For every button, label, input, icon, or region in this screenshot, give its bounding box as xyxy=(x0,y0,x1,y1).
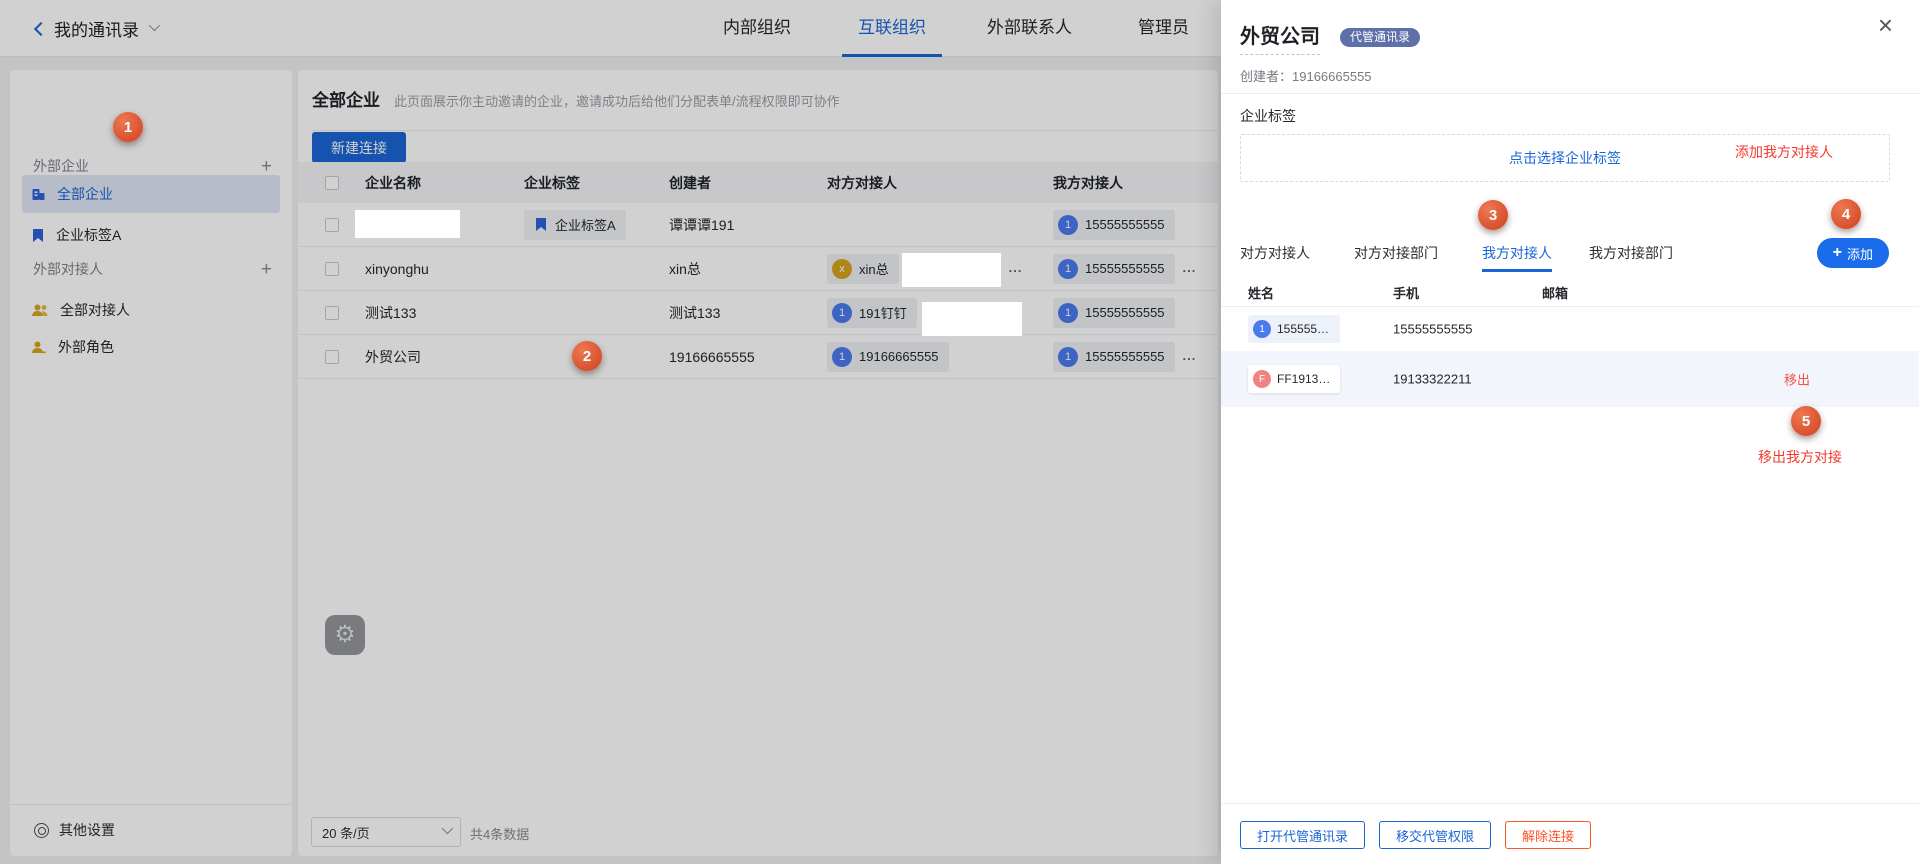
contact-name-chip[interactable]: F FF1913332... xyxy=(1248,365,1340,393)
avatar: 1 xyxy=(1253,320,1271,338)
step-badge-5: 5 xyxy=(1791,406,1821,436)
step-badge-1: 1 xyxy=(113,112,143,142)
col-email: 邮箱 xyxy=(1542,283,1568,302)
contact-row: F FF1913332... 19133322211 移出 xyxy=(1221,351,1919,407)
contact-phone: 19133322211 xyxy=(1393,372,1472,387)
redaction-box xyxy=(902,253,1001,287)
contact-phone: 15555555555 xyxy=(1393,322,1473,337)
disconnect-button[interactable]: 解除连接 xyxy=(1505,821,1591,849)
managed-directory-badge: 代管通讯录 xyxy=(1340,28,1420,47)
drawer-creator: 创建者：19166665555 xyxy=(1240,66,1372,85)
divider xyxy=(1221,93,1919,94)
redaction-box xyxy=(922,302,1022,336)
plus-icon: + xyxy=(1833,244,1842,262)
contacts-header: 姓名 手机 邮箱 xyxy=(1221,280,1919,307)
drawer-title: 外贸公司 xyxy=(1240,20,1320,55)
select-tag-link[interactable]: 点击选择企业标签 xyxy=(1509,148,1621,168)
open-managed-directory-button[interactable]: 打开代管通讯录 xyxy=(1240,821,1365,849)
close-icon[interactable]: × xyxy=(1878,12,1893,38)
drawer-tab-1[interactable]: 对方对接人 xyxy=(1240,238,1310,268)
divider xyxy=(1221,803,1919,804)
avatar: F xyxy=(1253,370,1271,388)
step-badge-2: 2 xyxy=(572,341,602,371)
drawer-tab-4[interactable]: 我方对接部门 xyxy=(1589,238,1673,268)
contact-name: 155555555... xyxy=(1277,322,1332,336)
redaction-box xyxy=(355,210,460,238)
drawer-tab-2[interactable]: 对方对接部门 xyxy=(1354,238,1438,268)
col-name: 姓名 xyxy=(1248,283,1274,302)
annotation-add-contact: 添加我方对接人 xyxy=(1735,142,1833,162)
tag-section-label: 企业标签 xyxy=(1240,106,1296,126)
col-phone: 手机 xyxy=(1393,283,1419,302)
contact-name-chip[interactable]: 1 155555555... xyxy=(1248,315,1340,343)
annotation-remove-contact: 移出我方对接 xyxy=(1758,447,1842,467)
drawer-tab-3[interactable]: 我方对接人 xyxy=(1482,238,1552,268)
remove-contact-link[interactable]: 移出 xyxy=(1784,370,1810,389)
step-badge-3: 3 xyxy=(1478,200,1508,230)
add-contact-button[interactable]: + 添加 xyxy=(1817,238,1889,268)
step-badge-4: 4 xyxy=(1831,199,1861,229)
contact-row: 1 155555555... 15555555555 xyxy=(1221,307,1919,351)
transfer-managed-rights-button[interactable]: 移交代管权限 xyxy=(1379,821,1491,849)
contact-name: FF1913332... xyxy=(1277,372,1332,386)
